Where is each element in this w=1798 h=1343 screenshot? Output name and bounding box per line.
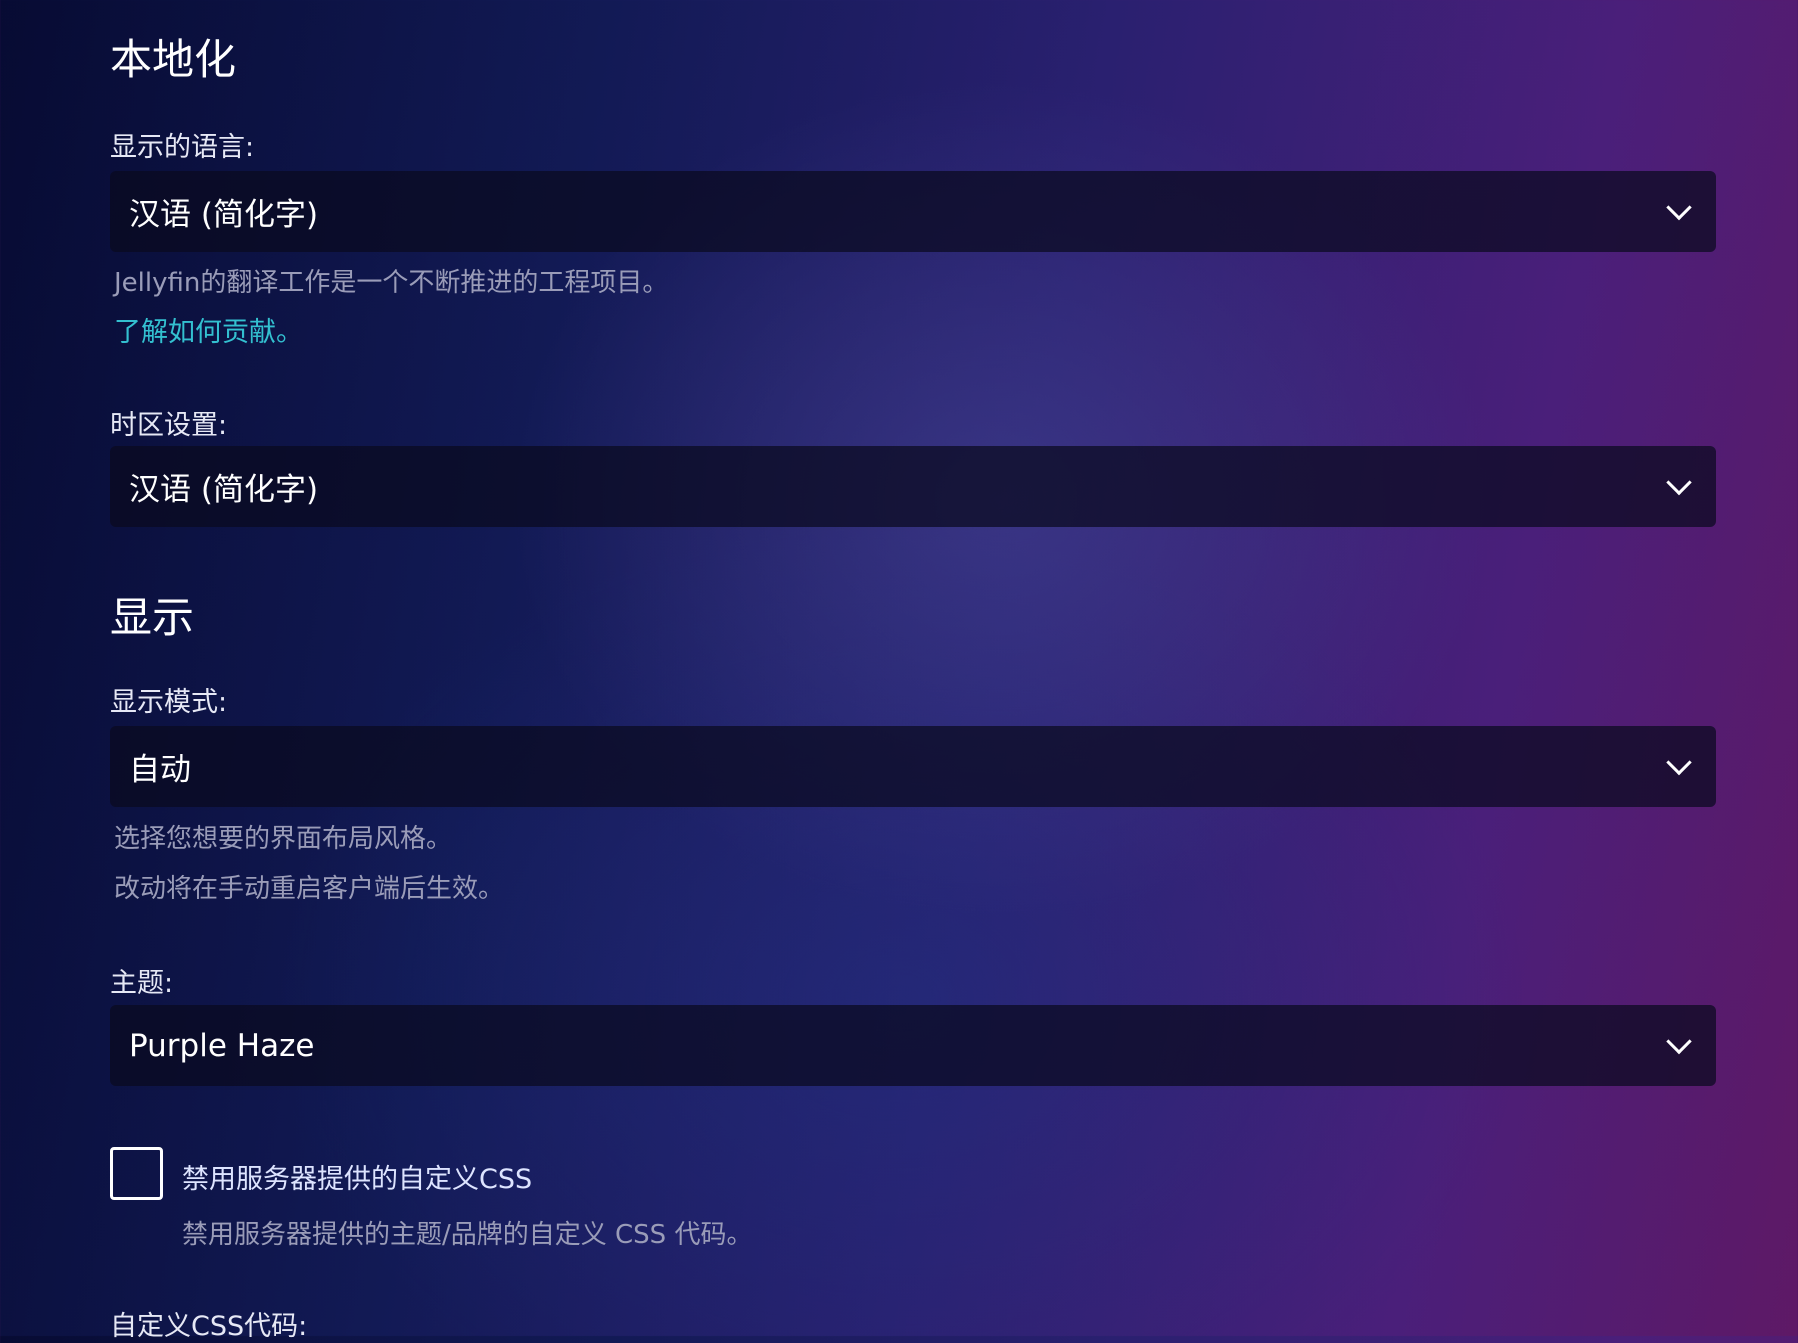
display-mode-select[interactable]: 自动 [110, 726, 1716, 807]
chevron-down-icon [1666, 194, 1692, 220]
display-language-label: 显示的语言: [110, 132, 255, 163]
learn-contribute-link[interactable]: 了解如何贡献。 [114, 310, 303, 349]
language-help-text: Jellyfin的翻译工作是一个不断推进的工程项目。 [114, 268, 669, 298]
theme-value: Purple Haze [129, 1027, 315, 1064]
timezone-label: 时区设置: [110, 410, 228, 441]
display-mode-label: 显示模式: [110, 687, 228, 718]
disable-custom-css-checkbox[interactable] [110, 1147, 163, 1200]
disable-custom-css-label[interactable]: 禁用服务器提供的自定义CSS [182, 1157, 532, 1196]
display-mode-help-2: 改动将在手动重启客户端后生效。 [114, 874, 505, 904]
theme-label: 主题: [110, 968, 174, 999]
display-mode-value: 自动 [129, 752, 191, 788]
disable-custom-css-desc: 禁用服务器提供的主题/品牌的自定义 CSS 代码。 [182, 1220, 753, 1250]
chevron-down-icon [1666, 469, 1692, 495]
chevron-down-icon [1666, 1028, 1692, 1054]
display-language-select[interactable]: 汉语 (简化字) [110, 171, 1716, 252]
theme-select[interactable]: Purple Haze [110, 1005, 1716, 1086]
display-heading: 显示 [110, 593, 195, 642]
custom-css-label: 自定义CSS代码: [110, 1311, 308, 1342]
chevron-down-icon [1666, 749, 1692, 775]
display-mode-help-1: 选择您想要的界面布局风格。 [114, 824, 453, 854]
localization-heading: 本地化 [110, 35, 237, 84]
timezone-select[interactable]: 汉语 (简化字) [110, 446, 1716, 527]
display-language-value: 汉语 (简化字) [129, 197, 319, 233]
timezone-value: 汉语 (简化字) [129, 472, 319, 508]
